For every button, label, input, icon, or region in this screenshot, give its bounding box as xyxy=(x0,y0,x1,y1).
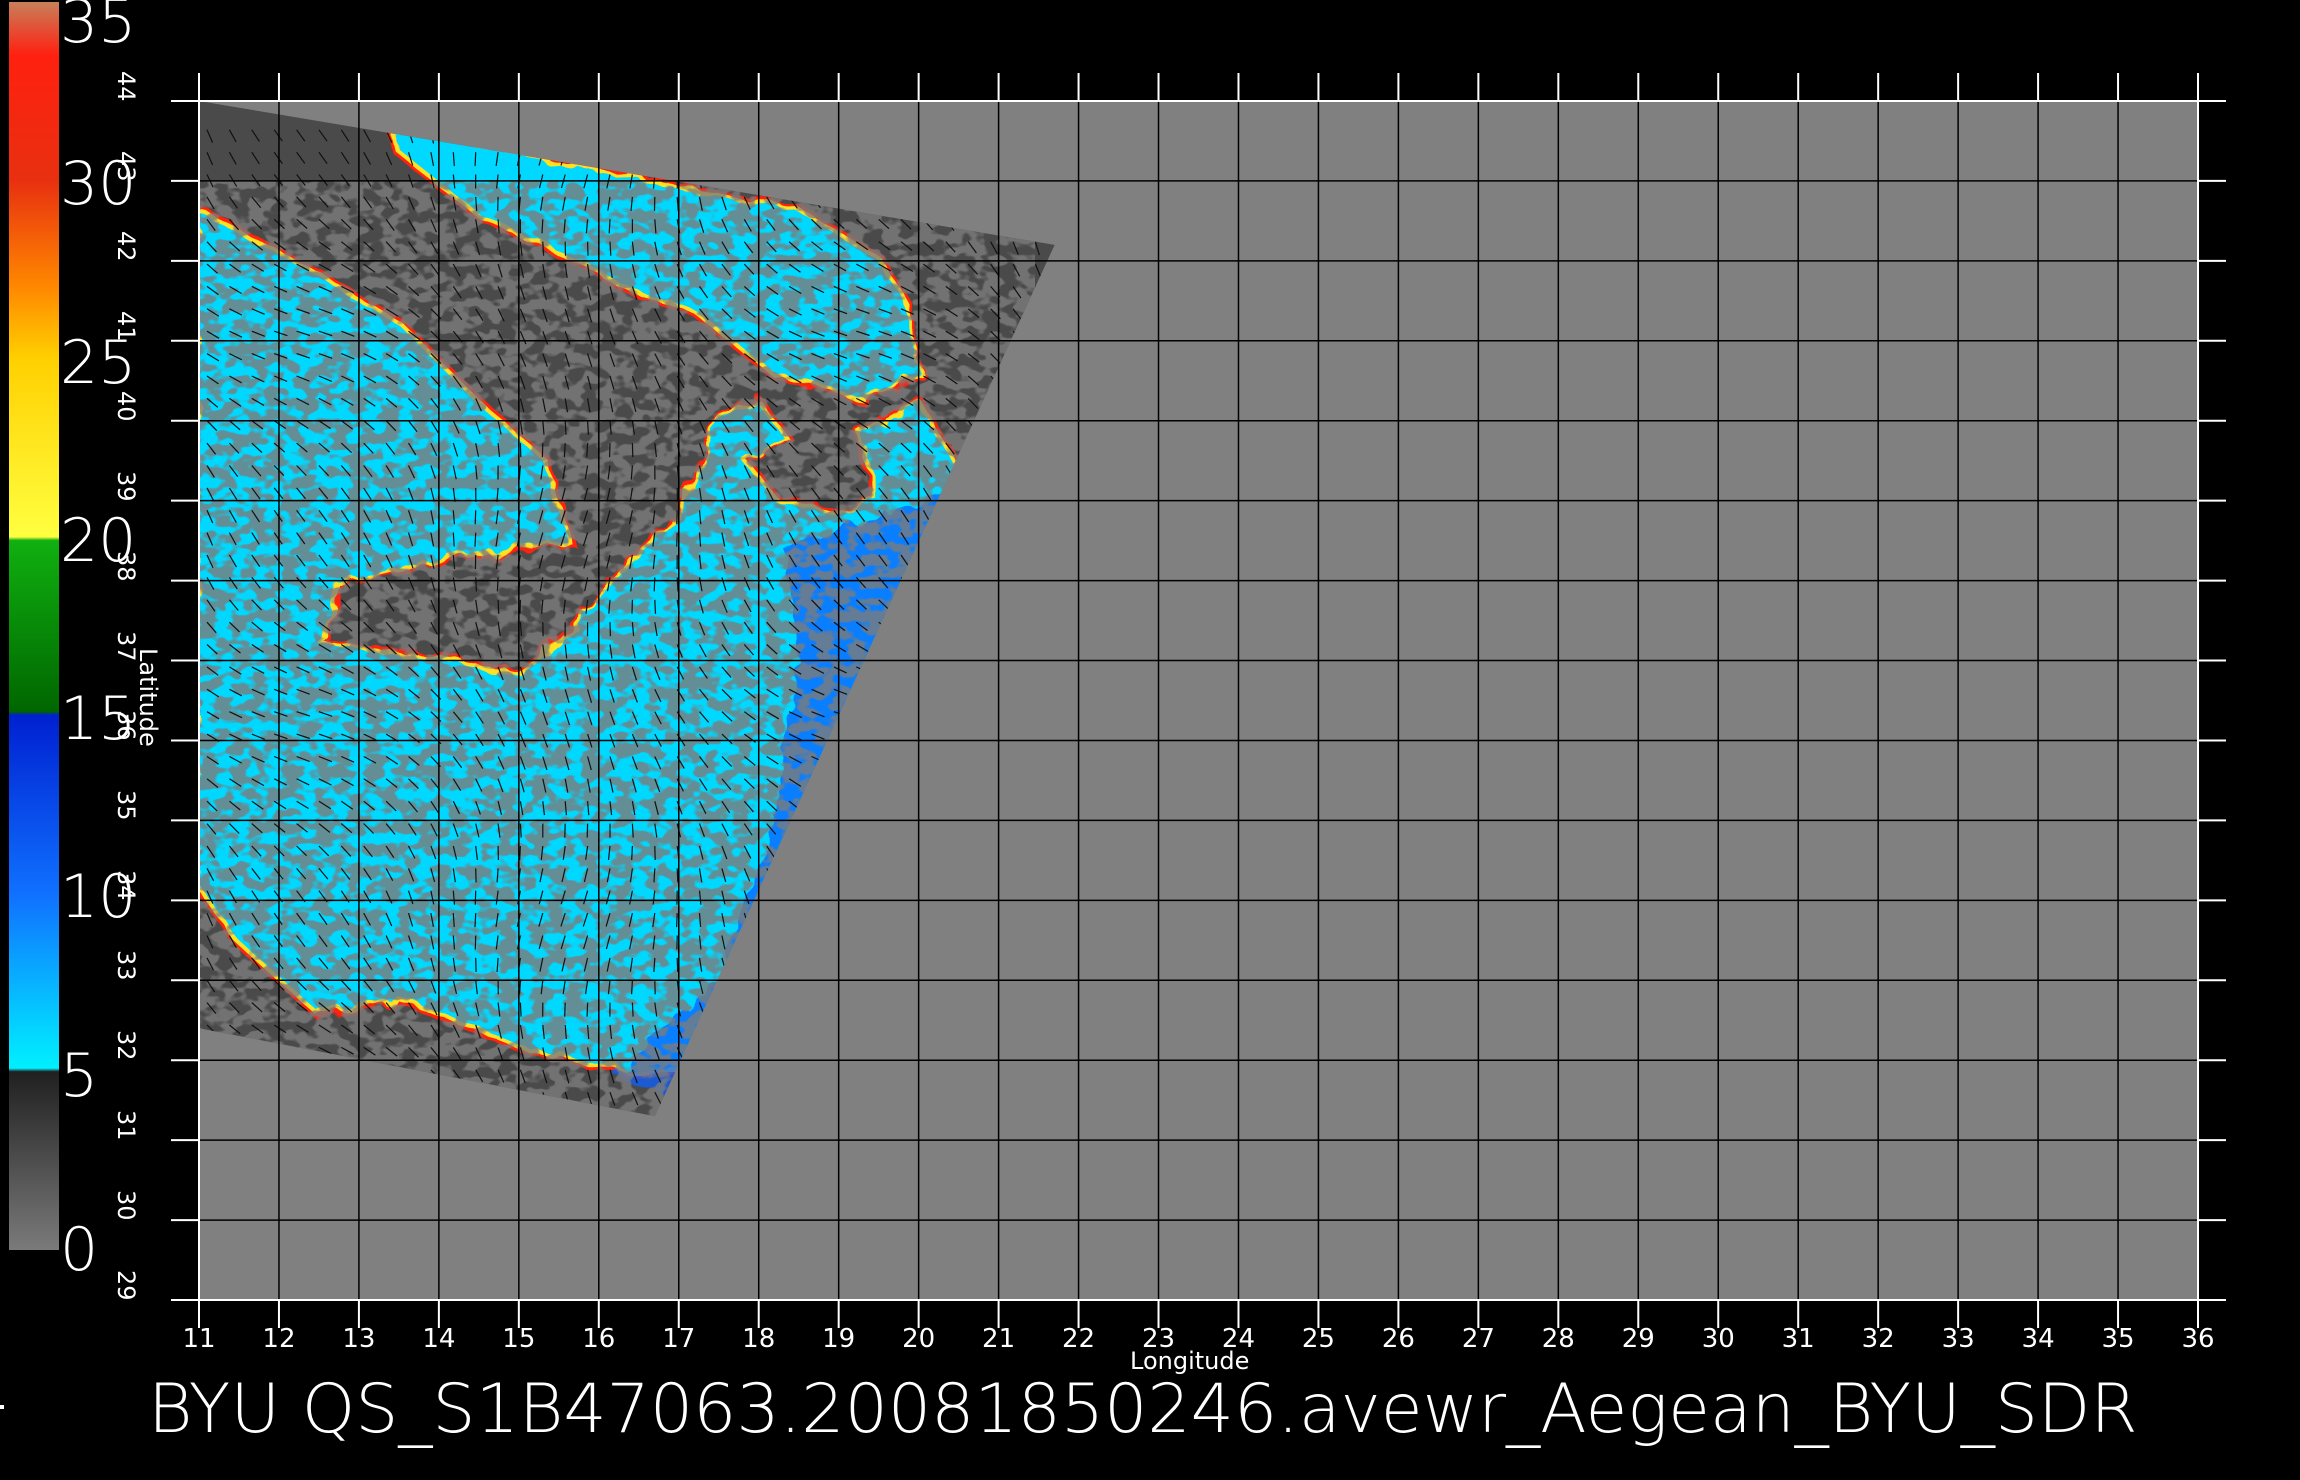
x-tick-label: 26 xyxy=(1381,1324,1415,1354)
x-tick-label: 16 xyxy=(582,1324,616,1354)
wind-vector xyxy=(608,219,611,234)
x-tick-label: 36 xyxy=(2181,1324,2215,1354)
wind-vector xyxy=(474,913,477,928)
y-tick-label: 33 xyxy=(112,950,140,981)
y-tick-label: 32 xyxy=(112,1030,140,1061)
y-tick-label: 29 xyxy=(112,1270,140,1301)
x-tick-label: 17 xyxy=(662,1324,696,1354)
wind-vector xyxy=(676,532,678,547)
wind-vector xyxy=(631,1002,634,1017)
filename-caption: BYU QS_S1B47063.20081850246.avewr_Aegean… xyxy=(148,1370,2138,1449)
x-tick-label: 28 xyxy=(1541,1324,1575,1354)
wind-vector xyxy=(653,577,656,592)
colorbar-label: 35 xyxy=(60,0,137,57)
wind-vector xyxy=(564,1002,566,1017)
wind-vector xyxy=(631,845,633,861)
x-tick-label: 11 xyxy=(182,1324,216,1354)
wind-vector xyxy=(586,443,589,458)
wind-vector xyxy=(564,420,567,435)
wind-vector xyxy=(587,420,589,435)
wind-vector xyxy=(676,868,679,883)
x-tick-label: 22 xyxy=(1062,1324,1096,1354)
wind-vector xyxy=(631,823,634,838)
wind-vector xyxy=(563,443,566,458)
wind-vector xyxy=(676,577,679,592)
x-tick-label: 25 xyxy=(1301,1324,1335,1354)
x-tick-label: 32 xyxy=(1861,1324,1895,1354)
x-tick-label: 27 xyxy=(1461,1324,1495,1354)
x-tick-label: 29 xyxy=(1621,1324,1655,1354)
x-tick-label: 12 xyxy=(262,1324,296,1354)
y-tick-label: 31 xyxy=(112,1110,140,1141)
x-tick-label: 35 xyxy=(2101,1324,2135,1354)
edge-marker xyxy=(0,1405,4,1409)
wind-vector xyxy=(475,577,477,592)
wind-vector xyxy=(519,980,521,995)
x-tick-label: 31 xyxy=(1781,1324,1815,1354)
scatterometer-wind-map xyxy=(0,0,2300,1480)
wind-vector xyxy=(676,957,679,972)
wind-vector xyxy=(496,577,499,592)
wind-vector xyxy=(653,868,656,883)
wind-vector xyxy=(519,1002,522,1017)
y-tick-label: 42 xyxy=(112,230,140,262)
y-tick-label: 40 xyxy=(112,390,140,422)
wind-vector xyxy=(474,152,477,167)
wind-vector xyxy=(676,913,678,928)
wind-vector xyxy=(542,241,545,256)
y-tick-label: 34 xyxy=(112,870,140,901)
x-tick-label: 19 xyxy=(822,1324,856,1354)
wind-vector xyxy=(519,823,522,838)
y-tick-label: 30 xyxy=(112,1190,140,1221)
y-tick-label: 43 xyxy=(112,150,140,182)
x-tick-label: 33 xyxy=(1941,1324,1975,1354)
x-tick-label: 21 xyxy=(982,1324,1016,1354)
wind-vector xyxy=(497,599,500,614)
x-tick-label: 30 xyxy=(1701,1324,1735,1354)
x-tick-label: 14 xyxy=(422,1324,456,1354)
y-tick-label: 38 xyxy=(112,550,140,582)
colorbar xyxy=(9,2,59,1250)
y-axis-label: Latitude xyxy=(134,648,162,747)
x-tick-label: 34 xyxy=(2021,1324,2055,1354)
y-tick-label: 39 xyxy=(112,470,140,502)
y-tick-label: 41 xyxy=(112,310,140,342)
wind-vector xyxy=(519,845,521,861)
colorbar-label: 5 xyxy=(60,1040,99,1111)
y-tick-label: 44 xyxy=(112,71,140,102)
x-tick-label: 18 xyxy=(742,1324,776,1354)
wind-vector xyxy=(609,241,612,256)
colorbar-label: 25 xyxy=(60,327,137,398)
map-plot xyxy=(9,2,2226,1328)
x-tick-label: 13 xyxy=(342,1324,376,1354)
wind-vector xyxy=(631,980,633,995)
wind-vector xyxy=(586,1002,589,1017)
x-tick-label: 15 xyxy=(502,1324,536,1354)
wind-vector xyxy=(474,532,477,547)
colorbar-label: 0 xyxy=(60,1215,99,1285)
wind-vector xyxy=(654,599,657,614)
wind-vector xyxy=(541,219,544,234)
wind-vector xyxy=(474,510,477,525)
x-tick-label: 20 xyxy=(902,1324,936,1354)
y-tick-label: 35 xyxy=(112,790,140,821)
